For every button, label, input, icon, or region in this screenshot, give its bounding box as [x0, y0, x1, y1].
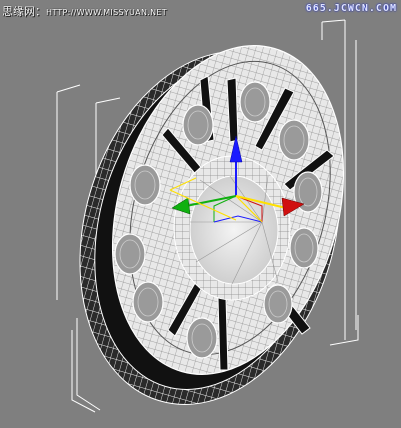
scene-canvas[interactable] [0, 0, 401, 428]
watermark-site-name: 思缘网： [2, 5, 46, 18]
watermark-site-url: HTTP://WWW.MISSYUAN.NET [46, 8, 167, 17]
watermark-right: 665.JCWCN.COM [305, 3, 397, 14]
watermark-site: 思缘网：HTTP://WWW.MISSYUAN.NET [2, 3, 167, 19]
wheel-mesh[interactable] [40, 18, 380, 428]
3d-viewport[interactable]: 思缘网：HTTP://WWW.MISSYUAN.NET 665.JCWCN.CO… [0, 0, 401, 428]
